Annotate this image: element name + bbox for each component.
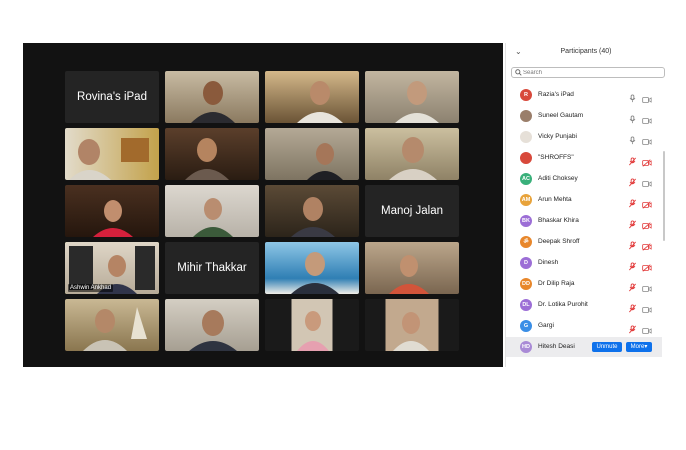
participant-video xyxy=(83,307,147,351)
avatar: DL xyxy=(520,299,532,311)
avatar: G xyxy=(520,320,532,332)
tile-name-label: Manoj Jalan xyxy=(380,205,443,217)
avatar: DD xyxy=(520,278,532,290)
video-tile[interactable] xyxy=(165,299,259,351)
panel-header: ⌄ Participants (40) xyxy=(506,43,666,61)
video-tile[interactable] xyxy=(265,242,359,294)
video-gallery: Rovina's iPad Manoj Jalan Ashwin Ankhad … xyxy=(23,43,503,367)
participant-video xyxy=(291,197,335,237)
participants-panel: ⌄ Participants (40) R Razia's iPad Suneel … xyxy=(505,43,666,367)
participant-video xyxy=(189,310,237,351)
video-tile-mihir[interactable]: Mihir Thakkar xyxy=(165,242,259,294)
tile-name-label: Rovina's iPad xyxy=(77,91,147,103)
participant-video xyxy=(297,311,329,351)
avatar xyxy=(520,110,532,122)
video-tile[interactable] xyxy=(365,242,459,294)
active-speaker-caption: Ashwin Ankhad xyxy=(68,284,114,292)
video-tile[interactable] xyxy=(365,71,459,123)
video-tile-active-speaker[interactable]: Ashwin Ankhad xyxy=(65,242,159,294)
participant-row[interactable]: Vicky Punjabi xyxy=(506,127,662,147)
participant-video xyxy=(307,143,343,180)
video-tile[interactable] xyxy=(165,185,259,237)
avatar xyxy=(520,152,532,164)
tile-name-label: Mihir Thakkar xyxy=(177,262,247,274)
participant-row[interactable]: DD Dr Dilip Raja xyxy=(506,274,662,294)
participant-name: Hitesh Deasi xyxy=(538,343,575,350)
avatar: D xyxy=(520,257,532,269)
video-tile[interactable] xyxy=(65,128,159,180)
participant-video xyxy=(389,137,437,180)
avatar: BK xyxy=(520,215,532,227)
participant-name: Aditi Choksey xyxy=(538,175,578,182)
avatar: ॐ xyxy=(520,236,532,248)
video-tile[interactable] xyxy=(265,185,359,237)
participant-row[interactable]: R Razia's iPad xyxy=(506,85,662,105)
participant-name: Arun Mehta xyxy=(538,196,572,203)
video-tile[interactable] xyxy=(65,299,159,351)
video-tile[interactable] xyxy=(165,128,259,180)
participant-video xyxy=(93,200,133,237)
participant-row[interactable]: BK Bhaskar Khira xyxy=(506,211,662,231)
video-tile[interactable] xyxy=(365,299,459,351)
participant-row[interactable]: AM Arun Mehta xyxy=(506,190,662,210)
participant-name: Dr. Lotika Purohit xyxy=(538,301,588,308)
participant-name: Suneel Gautam xyxy=(538,112,584,119)
participant-name: Deepak Shroff xyxy=(538,238,580,245)
participant-name: "SHROFFS" xyxy=(538,154,574,161)
panel-title: Participants (40) xyxy=(560,48,612,55)
avatar: AM xyxy=(520,194,532,206)
participant-name: Razia's iPad xyxy=(538,91,574,98)
video-tile-manoj[interactable]: Manoj Jalan xyxy=(365,185,459,237)
search-input[interactable] xyxy=(523,68,661,77)
participant-name: Dinesh xyxy=(538,259,559,266)
video-tile[interactable] xyxy=(365,128,459,180)
avatar: R xyxy=(520,89,532,101)
participant-row[interactable]: D Dinesh xyxy=(506,253,662,273)
avatar: AC xyxy=(520,173,532,185)
participant-video xyxy=(291,252,339,294)
participant-name: Gargi xyxy=(538,322,554,329)
video-tile[interactable] xyxy=(265,128,359,180)
participant-name: Dr Dilip Raja xyxy=(538,280,575,287)
video-tile-rovina[interactable]: Rovina's iPad xyxy=(65,71,159,123)
participant-row[interactable]: DL Dr. Lotika Purohit xyxy=(506,295,662,315)
avatar xyxy=(520,131,532,143)
search-icon xyxy=(515,69,522,76)
participant-row[interactable]: HD Hitesh Deasi Unmute More▾ xyxy=(506,337,662,357)
participant-row[interactable]: ॐ Deepak Shroff xyxy=(506,232,662,252)
participant-row[interactable]: G Gargi xyxy=(506,316,662,336)
scrollbar[interactable] xyxy=(663,151,665,241)
participant-video xyxy=(389,255,429,294)
search-field[interactable] xyxy=(511,67,665,78)
video-tile[interactable] xyxy=(265,71,359,123)
participant-video xyxy=(191,81,235,123)
participant-video xyxy=(393,312,429,351)
more-button[interactable]: More▾ xyxy=(626,342,652,352)
participant-video xyxy=(297,81,343,123)
participant-row[interactable]: AC Aditi Choksey xyxy=(506,169,662,189)
avatar: HD xyxy=(520,341,532,353)
participant-video xyxy=(185,138,229,180)
video-tile[interactable] xyxy=(65,185,159,237)
participant-video xyxy=(69,138,149,180)
participant-row[interactable]: "SHROFFS" xyxy=(506,148,662,168)
participant-video xyxy=(395,81,439,123)
participant-name: Bhaskar Khira xyxy=(538,217,579,224)
video-tile[interactable] xyxy=(165,71,259,123)
participant-video xyxy=(193,198,233,237)
participant-row[interactable]: Suneel Gautam xyxy=(506,106,662,126)
participant-name: Vicky Punjabi xyxy=(538,133,577,140)
video-tile[interactable] xyxy=(265,299,359,351)
unmute-button[interactable]: Unmute xyxy=(592,342,622,352)
